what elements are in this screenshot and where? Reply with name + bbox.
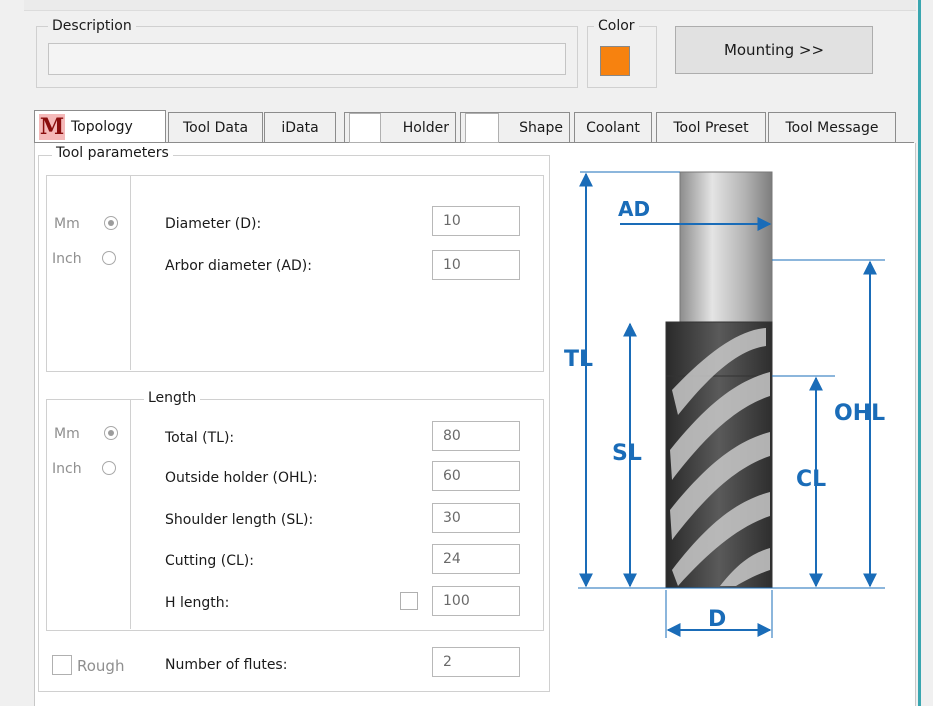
- cutting-length-input[interactable]: 24: [432, 544, 520, 574]
- tab-coolant[interactable]: Coolant: [574, 112, 652, 142]
- tab-topology-label: Topology: [71, 118, 133, 135]
- rough-checkbox[interactable]: [52, 655, 72, 675]
- tab-tool-preset[interactable]: Tool Preset: [656, 112, 766, 142]
- cutting-length-label: Cutting (CL):: [165, 553, 254, 569]
- tab-tool-preset-label: Tool Preset: [673, 119, 749, 136]
- unit-mm-label-2: Mm: [54, 426, 80, 442]
- outside-holder-input[interactable]: 60: [432, 461, 520, 491]
- total-length-input[interactable]: 80: [432, 421, 520, 451]
- tool-shank: [679, 171, 773, 323]
- h-length-input[interactable]: 100: [432, 586, 520, 616]
- arbor-diameter-input[interactable]: 10: [432, 250, 520, 280]
- tab-coolant-label: Coolant: [586, 119, 640, 136]
- length-box-divider: [130, 399, 131, 629]
- number-of-flutes-input[interactable]: 2: [432, 647, 520, 677]
- holder-tab-icon: [349, 113, 381, 143]
- ad-dimension-label: AD: [618, 197, 650, 221]
- outside-holder-label: Outside holder (OHL):: [165, 470, 318, 486]
- diameter-box-divider: [130, 175, 131, 370]
- tab-tool-message[interactable]: Tool Message: [768, 112, 896, 142]
- tl-dimension-label: TL: [564, 347, 593, 372]
- description-label: Description: [48, 18, 136, 34]
- tab-holder[interactable]: Holder: [344, 112, 456, 143]
- d-dimension-label: D: [708, 607, 726, 632]
- unit-mm-radio-1[interactable]: [104, 216, 118, 230]
- tab-tool-data[interactable]: Tool Data: [168, 112, 263, 142]
- topology-m-icon: M: [39, 113, 65, 140]
- total-length-label: Total (TL):: [165, 430, 235, 446]
- ohl-dimension-label: OHL: [834, 401, 885, 426]
- tab-shape[interactable]: Shape: [460, 112, 570, 143]
- tab-idata[interactable]: iData: [264, 112, 336, 142]
- tab-tool-data-label: Tool Data: [182, 119, 249, 136]
- color-label: Color: [594, 18, 639, 34]
- diameter-input[interactable]: 10: [432, 206, 520, 236]
- shape-tab-icon: [465, 113, 499, 143]
- unit-inch-label-1: Inch: [52, 251, 82, 267]
- h-length-checkbox[interactable]: [400, 592, 418, 610]
- tool-parameters-title: Tool parameters: [52, 145, 173, 161]
- diameter-label: Diameter (D):: [165, 216, 262, 232]
- sl-dimension-label: SL: [612, 441, 642, 466]
- length-title: Length: [144, 390, 201, 406]
- arbor-diameter-label: Arbor diameter (AD):: [165, 258, 312, 274]
- color-swatch[interactable]: [600, 46, 630, 76]
- radio-dot: [108, 220, 114, 226]
- shoulder-length-label: Shoulder length (SL):: [165, 512, 314, 528]
- window-right-border: [918, 0, 921, 706]
- radio-dot: [108, 430, 114, 436]
- unit-inch-radio-2[interactable]: [102, 461, 116, 475]
- h-length-label: H length:: [165, 595, 230, 611]
- tab-tool-message-label: Tool Message: [785, 119, 879, 136]
- description-field[interactable]: [48, 43, 566, 75]
- window-top-strip: [24, 0, 916, 11]
- unit-inch-label-2: Inch: [52, 461, 82, 477]
- mounting-button[interactable]: Mounting >>: [675, 26, 873, 74]
- rough-label: Rough: [77, 657, 125, 675]
- tab-idata-label: iData: [281, 119, 319, 136]
- cl-dimension-label: CL: [796, 467, 826, 492]
- tab-topology[interactable]: M Topology: [34, 110, 166, 142]
- shoulder-length-input[interactable]: 30: [432, 503, 520, 533]
- tab-shape-label: Shape: [519, 119, 563, 136]
- tool-diagram: AD TL SL OHL CL D: [564, 171, 885, 638]
- tab-holder-label: Holder: [402, 119, 449, 136]
- unit-inch-radio-1[interactable]: [102, 251, 116, 265]
- unit-mm-label-1: Mm: [54, 216, 80, 232]
- unit-mm-radio-2[interactable]: [104, 426, 118, 440]
- number-of-flutes-label: Number of flutes:: [165, 657, 288, 673]
